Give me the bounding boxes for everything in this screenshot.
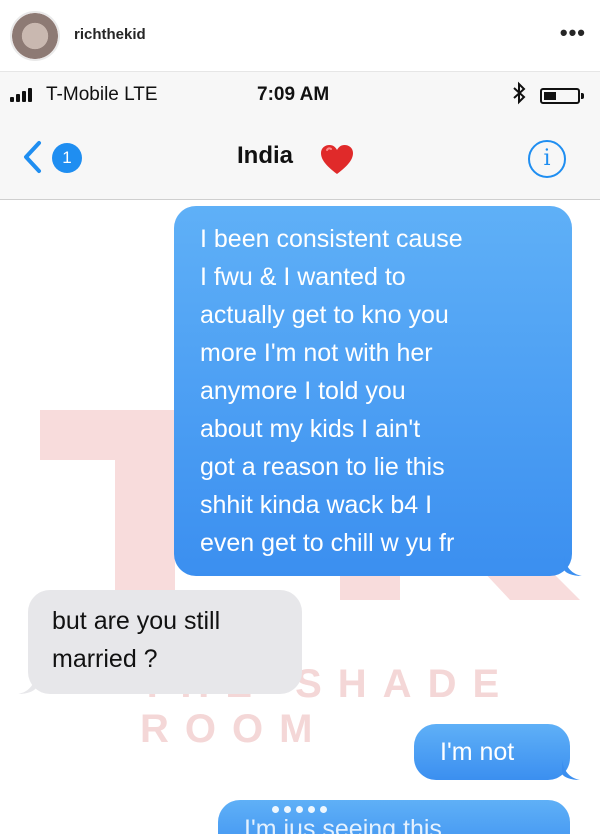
imessage-screenshot: T-Mobile LTE 7:09 AM 1 India i THE SHADE…: [0, 72, 600, 834]
info-icon: i: [543, 146, 551, 171]
received-message-bubble[interactable]: but are you still married ?: [28, 590, 302, 694]
message-line: about my kids I ain't: [200, 415, 421, 443]
unread-count-badge: 1: [52, 143, 82, 173]
message-line: I fwu & I wanted to: [200, 263, 406, 291]
sent-message-bubble[interactable]: I'm not: [414, 724, 570, 780]
more-dots-icon[interactable]: •••: [560, 20, 586, 46]
message-line: but are you still: [52, 607, 221, 635]
conversation-nav-bar: 1 India i: [0, 118, 600, 200]
message-line: more I'm not with her: [200, 339, 433, 367]
info-button[interactable]: i: [528, 140, 566, 178]
message-line: anymore I told you: [200, 377, 406, 405]
status-time: 7:09 AM: [257, 84, 330, 105]
status-bar: T-Mobile LTE 7:09 AM: [0, 72, 600, 118]
carousel-dots[interactable]: [272, 806, 332, 816]
signal-icon: [10, 88, 40, 102]
message-line: married ?: [52, 645, 158, 673]
message-line: actually get to kno you: [200, 301, 449, 329]
username[interactable]: richthekid: [74, 26, 146, 43]
instagram-post-header: richthekid •••: [0, 0, 600, 72]
message-line: even get to chill w yu fr: [200, 529, 455, 557]
avatar[interactable]: [10, 11, 60, 61]
sent-message-bubble[interactable]: I'm jus seeing this: [218, 800, 570, 834]
bubble-tail: [564, 556, 582, 576]
carrier-label: T-Mobile LTE: [46, 84, 158, 105]
battery-icon: [540, 88, 584, 104]
message-line: I'm not: [440, 738, 515, 766]
bubble-tail: [18, 674, 36, 694]
message-line: I been consistent cause: [200, 225, 463, 253]
back-button[interactable]: 1: [22, 140, 92, 174]
message-line: got a reason to lie this: [200, 453, 445, 481]
contact-name[interactable]: India: [237, 142, 293, 170]
bubble-tail: [562, 760, 580, 780]
red-heart-icon: [321, 145, 353, 174]
message-thread[interactable]: THE SHADE ROOM I been consistent cause I…: [0, 200, 600, 834]
message-line: shhit kinda wack b4 I: [200, 491, 433, 519]
bluetooth-icon: [512, 81, 526, 111]
sent-message-bubble[interactable]: I been consistent cause I fwu & I wanted…: [174, 206, 572, 576]
chevron-left-icon: [24, 141, 41, 173]
